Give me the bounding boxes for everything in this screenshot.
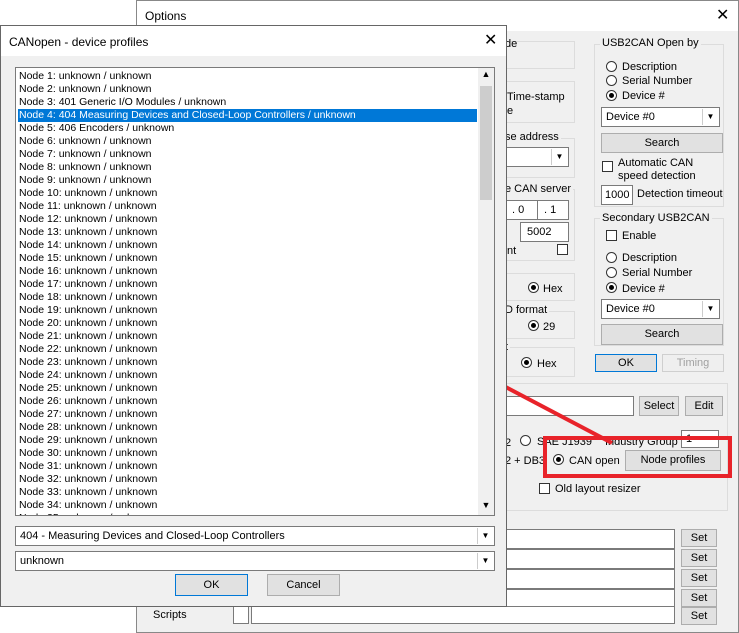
- list-item[interactable]: Node 1: unknown / unknown: [18, 70, 477, 83]
- dialog-cancel-button[interactable]: Cancel: [267, 574, 340, 596]
- list-item[interactable]: Node 27: unknown / unknown: [18, 408, 477, 421]
- list-item[interactable]: Node 18: unknown / unknown: [18, 291, 477, 304]
- list-item[interactable]: Node 30: unknown / unknown: [18, 447, 477, 460]
- chevron-down-icon: ▼: [477, 528, 493, 544]
- device-combo[interactable]: unknown ▼: [15, 551, 495, 571]
- profile-combo[interactable]: 404 - Measuring Devices and Closed-Loop …: [15, 526, 495, 546]
- list-item[interactable]: Node 15: unknown / unknown: [18, 252, 477, 265]
- dialog-title: CANopen - device profiles: [9, 35, 149, 49]
- list-item[interactable]: Node 8: unknown / unknown: [18, 161, 477, 174]
- list-item[interactable]: Node 13: unknown / unknown: [18, 226, 477, 239]
- node-list-scrollbar[interactable]: ▲ ▼: [478, 68, 494, 515]
- scroll-thumb[interactable]: [480, 86, 492, 200]
- list-item[interactable]: Node 3: 401 Generic I/O Modules / unknow…: [18, 96, 477, 109]
- list-item[interactable]: Node 14: unknown / unknown: [18, 239, 477, 252]
- chevron-down-icon: ▼: [477, 553, 493, 569]
- list-item[interactable]: Node 21: unknown / unknown: [18, 330, 477, 343]
- scroll-up-icon[interactable]: ▲: [478, 69, 494, 83]
- list-item[interactable]: Node 35: unknown / unknown: [18, 512, 477, 515]
- list-item[interactable]: Node 12: unknown / unknown: [18, 213, 477, 226]
- list-item[interactable]: Node 7: unknown / unknown: [18, 148, 477, 161]
- scroll-down-icon[interactable]: ▼: [478, 500, 494, 514]
- list-item[interactable]: Node 24: unknown / unknown: [18, 369, 477, 382]
- list-item[interactable]: Node 19: unknown / unknown: [18, 304, 477, 317]
- device-profiles-dialog: CANopen - device profiles ✕ Node 1: unkn…: [0, 25, 507, 607]
- list-item[interactable]: Node 11: unknown / unknown: [18, 200, 477, 213]
- highlight-box: [543, 436, 732, 478]
- list-item[interactable]: Node 26: unknown / unknown: [18, 395, 477, 408]
- list-item[interactable]: Node 22: unknown / unknown: [18, 343, 477, 356]
- list-item[interactable]: Node 28: unknown / unknown: [18, 421, 477, 434]
- list-item[interactable]: Node 32: unknown / unknown: [18, 473, 477, 486]
- list-item[interactable]: Node 6: unknown / unknown: [18, 135, 477, 148]
- list-item[interactable]: Node 4: 404 Measuring Devices and Closed…: [18, 109, 477, 122]
- list-item[interactable]: Node 25: unknown / unknown: [18, 382, 477, 395]
- list-item[interactable]: Node 31: unknown / unknown: [18, 460, 477, 473]
- list-item[interactable]: Node 34: unknown / unknown: [18, 499, 477, 512]
- dialog-titlebar: CANopen - device profiles ✕: [1, 26, 506, 56]
- list-item[interactable]: Node 5: 406 Encoders / unknown: [18, 122, 477, 135]
- node-list[interactable]: Node 1: unknown / unknown Node 2: unknown…: [15, 67, 495, 516]
- list-item[interactable]: Node 17: unknown / unknown: [18, 278, 477, 291]
- dialog-close-icon[interactable]: ✕: [484, 33, 497, 49]
- list-item[interactable]: Node 9: unknown / unknown: [18, 174, 477, 187]
- dialog-ok-button[interactable]: OK: [175, 574, 248, 596]
- list-item[interactable]: Node 23: unknown / unknown: [18, 356, 477, 369]
- list-item[interactable]: Node 10: unknown / unknown: [18, 187, 477, 200]
- list-item[interactable]: Node 20: unknown / unknown: [18, 317, 477, 330]
- list-item[interactable]: Node 16: unknown / unknown: [18, 265, 477, 278]
- list-item[interactable]: Node 2: unknown / unknown: [18, 83, 477, 96]
- list-item[interactable]: Node 29: unknown / unknown: [18, 434, 477, 447]
- list-item[interactable]: Node 33: unknown / unknown: [18, 486, 477, 499]
